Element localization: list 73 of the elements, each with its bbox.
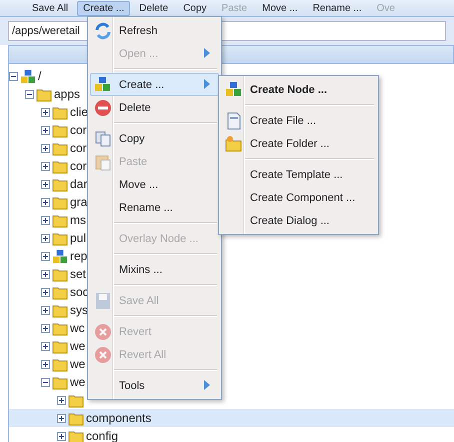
expand-toggle-icon[interactable] bbox=[41, 270, 50, 278]
tree-label: cor bbox=[70, 123, 87, 137]
tree-label: pul bbox=[70, 231, 86, 245]
menu-item[interactable]: Rename ... bbox=[90, 196, 219, 219]
cubes-icon bbox=[93, 76, 113, 94]
expand-toggle-icon[interactable] bbox=[57, 396, 66, 404]
selected-row[interactable]: components bbox=[9, 409, 454, 427]
toolbar-button[interactable]: Save All bbox=[26, 0, 74, 16]
copy-icon bbox=[93, 130, 113, 148]
menu-item[interactable]: Copy bbox=[90, 127, 219, 150]
tree-label: dar bbox=[70, 177, 88, 191]
refresh-icon bbox=[93, 22, 113, 40]
tree-label: we bbox=[70, 357, 86, 371]
expand-toggle-icon[interactable] bbox=[41, 342, 50, 350]
expand-toggle-icon[interactable] bbox=[41, 288, 50, 296]
menu-item[interactable]: Create Folder ... bbox=[221, 132, 376, 155]
expand-toggle-icon[interactable] bbox=[41, 306, 50, 314]
expand-toggle-icon[interactable] bbox=[9, 72, 18, 80]
submenu-arrow-icon bbox=[204, 79, 210, 89]
revert-icon bbox=[93, 346, 113, 364]
expand-toggle-icon[interactable] bbox=[41, 216, 50, 224]
menu-item[interactable]: Move ... bbox=[90, 173, 219, 196]
expand-toggle-icon[interactable] bbox=[41, 126, 50, 134]
expand-toggle-icon[interactable] bbox=[25, 90, 34, 98]
tree-label: sys bbox=[70, 303, 88, 317]
menu-item[interactable]: Mixins ... bbox=[90, 258, 219, 281]
toolbar-button[interactable]: Rename ... bbox=[306, 0, 368, 16]
menu-item[interactable]: Delete bbox=[90, 96, 219, 119]
expand-toggle-icon[interactable] bbox=[57, 414, 66, 422]
expand-toggle-icon[interactable] bbox=[41, 180, 50, 188]
tree-label: cor bbox=[70, 141, 87, 155]
tree-label: apps bbox=[54, 87, 80, 101]
submenu-arrow-icon bbox=[204, 48, 210, 58]
menu-item[interactable]: Tools bbox=[90, 374, 219, 397]
tree-label: set bbox=[70, 267, 86, 281]
folder-icon bbox=[224, 135, 244, 153]
expand-toggle-icon[interactable] bbox=[41, 144, 50, 152]
tree-label: components bbox=[86, 411, 152, 425]
expand-toggle-icon[interactable] bbox=[57, 432, 66, 440]
expand-toggle-icon[interactable] bbox=[41, 162, 50, 170]
save-icon bbox=[93, 292, 113, 310]
tree-label: we bbox=[70, 339, 86, 353]
menu-item[interactable]: Create Template ... bbox=[221, 163, 376, 186]
menu-item[interactable]: Create Dialog ... bbox=[221, 209, 376, 232]
clipboard-icon bbox=[93, 153, 113, 171]
expand-toggle-icon[interactable] bbox=[41, 108, 50, 116]
revert-icon bbox=[93, 323, 113, 341]
cubes-icon bbox=[224, 81, 244, 99]
menu-item[interactable]: Create Component ... bbox=[221, 186, 376, 209]
tree-label: wc bbox=[70, 321, 85, 335]
expand-toggle-icon[interactable] bbox=[41, 360, 50, 368]
tree-label: ms bbox=[70, 213, 86, 227]
submenu-arrow-icon bbox=[204, 380, 210, 390]
tree-label: cor bbox=[70, 159, 87, 173]
tree-label: / bbox=[38, 69, 42, 83]
tree-label: rep bbox=[70, 249, 88, 263]
expand-toggle-icon[interactable] bbox=[41, 234, 50, 242]
expand-toggle-icon[interactable] bbox=[41, 324, 50, 332]
expand-toggle-icon[interactable] bbox=[41, 198, 50, 206]
tree-label: we bbox=[70, 375, 86, 389]
menu-item[interactable]: Create ... bbox=[90, 73, 219, 96]
tree-label: clie bbox=[70, 105, 88, 119]
toolbar-button[interactable]: Copy bbox=[177, 0, 213, 16]
delete-icon bbox=[93, 99, 113, 117]
menu-item[interactable]: Create Node ... bbox=[221, 78, 376, 101]
expand-toggle-icon[interactable] bbox=[41, 378, 50, 386]
menu-item[interactable]: Create File ... bbox=[221, 109, 376, 132]
tree-label: gra bbox=[70, 195, 88, 209]
toolbar-button[interactable]: Move ... bbox=[256, 0, 304, 16]
toolbar-button[interactable]: Create ... bbox=[77, 0, 130, 16]
expand-toggle-icon[interactable] bbox=[41, 252, 50, 260]
toolbar-button[interactable]: Delete bbox=[133, 0, 174, 16]
menu-item[interactable]: Refresh bbox=[90, 19, 219, 42]
